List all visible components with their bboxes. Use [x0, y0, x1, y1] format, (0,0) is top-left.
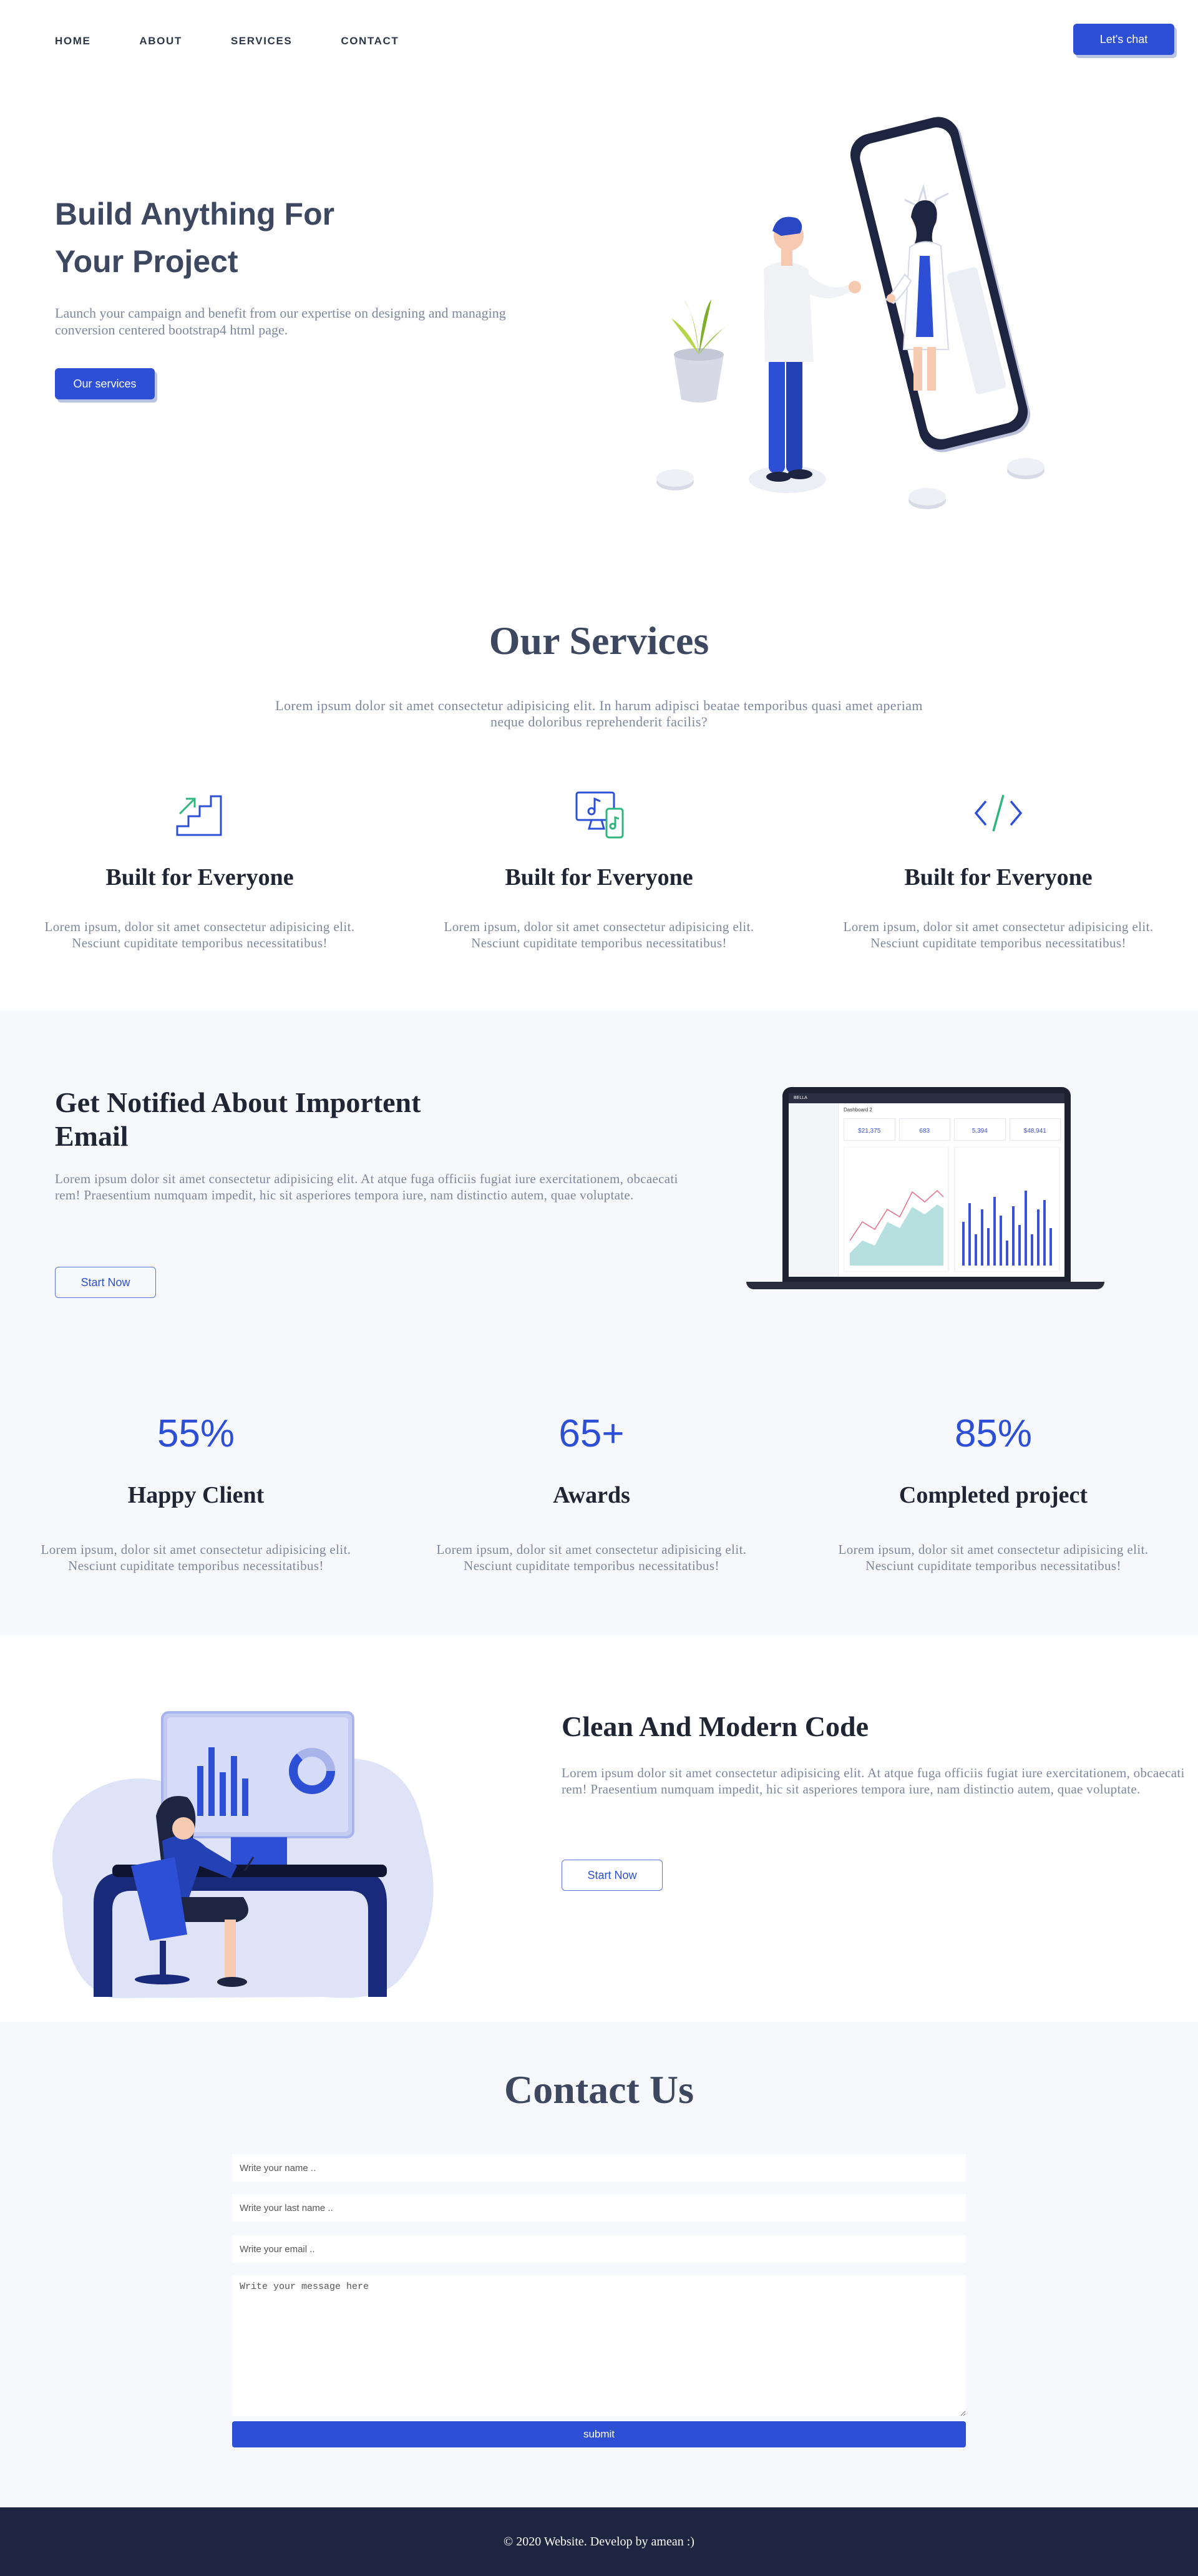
stat-value: 55%	[157, 1412, 235, 1455]
stat-value: 65+	[558, 1412, 625, 1455]
notify-title: Get Notified About Importent Email	[55, 1086, 421, 1152]
nav-link-home[interactable]: HOME	[55, 35, 90, 47]
last-name-input[interactable]	[232, 2194, 966, 2222]
services-subtitle: Lorem ipsum dolor sit amet consectetur a…	[275, 698, 923, 729]
message-textarea[interactable]	[232, 2275, 966, 2416]
dashboard-charts	[844, 1147, 1060, 1272]
stat-title: Happy Client	[127, 1482, 265, 1508]
dashboard-stat-cards: $21,375 683 5,394 $48,941	[844, 1118, 1061, 1141]
nav-link-contact[interactable]: CONTACT	[341, 35, 399, 47]
clean-code-start-now-button[interactable]: Start Now	[562, 1860, 663, 1891]
stat-text: Lorem ipsum, dolor sit amet consectetur …	[436, 1542, 747, 1573]
notify-start-now-button[interactable]: Start Now	[55, 1267, 156, 1298]
monitor-music-icon	[575, 791, 624, 839]
hero-title-line-2: Your Project	[55, 244, 238, 279]
contact-title: Contact Us	[504, 2067, 694, 2112]
hero-illustration	[656, 117, 1045, 509]
nav-link-about[interactable]: ABOUT	[139, 35, 182, 47]
stat-value: 85%	[954, 1412, 1033, 1455]
nav-link-services[interactable]: SERVICES	[231, 35, 292, 47]
dashboard-page-title: Dashboard 2	[844, 1107, 872, 1113]
service-title: Built for Everyone	[505, 864, 693, 890]
submit-button[interactable]: submit	[232, 2421, 966, 2447]
notify-description: Lorem ipsum dolor sit amet consectetur a…	[55, 1171, 678, 1203]
hero-title-line-1: Build Anything For	[55, 197, 335, 232]
services-title: Our Services	[489, 618, 709, 663]
first-name-input[interactable]	[232, 2154, 966, 2182]
our-services-button[interactable]: Our services	[55, 368, 155, 399]
nav-links: HOME ABOUT SERVICES CONTACT	[55, 35, 399, 47]
clean-code-title: Clean And Modern Code	[562, 1710, 869, 1742]
service-text: Lorem ipsum, dolor sit amet consectetur …	[44, 919, 355, 950]
service-title: Built for Everyone	[904, 864, 1093, 890]
stat-card: $21,375	[844, 1118, 895, 1141]
stat-card: $48,941	[1009, 1118, 1061, 1141]
stat-text: Lorem ipsum, dolor sit amet consectetur …	[41, 1542, 351, 1573]
service-title: Built for Everyone	[105, 864, 294, 890]
stairs-growth-icon	[176, 795, 222, 836]
service-text: Lorem ipsum, dolor sit amet consectetur …	[444, 919, 754, 950]
hero-description: Launch your campaign and benefit from ou…	[55, 305, 506, 338]
service-text: Lorem ipsum, dolor sit amet consectetur …	[843, 919, 1154, 950]
top-navbar: HOME ABOUT SERVICES CONTACT Let's chat	[0, 0, 1198, 81]
stat-text: Lorem ipsum, dolor sit amet consectetur …	[838, 1542, 1149, 1573]
stat-title: Completed project	[898, 1482, 1088, 1508]
stat-card: 5,394	[954, 1118, 1006, 1141]
hero-title: Build Anything For Your Project	[55, 190, 492, 285]
stat-card: 683	[898, 1118, 950, 1141]
code-icon	[974, 794, 1023, 832]
footer-copyright: © 2020 Website. Develop by amean :)	[504, 2534, 694, 2549]
laptop-dashboard-illustration: BELLA Dashboard 2 $21,375 683 5,394 $48,…	[746, 1085, 1104, 1297]
footer: © 2020 Website. Develop by amean :)	[0, 2507, 1198, 2576]
laptop-screen: BELLA Dashboard 2 $21,375 683 5,394 $48,…	[789, 1093, 1064, 1277]
dashboard-app-name: BELLA	[794, 1096, 807, 1100]
clean-code-description: Lorem ipsum dolor sit amet consectetur a…	[562, 1765, 1185, 1797]
dashboard-sidebar	[789, 1103, 839, 1277]
stat-title: Awards	[553, 1482, 630, 1508]
email-input[interactable]	[232, 2235, 966, 2263]
developer-desk-illustration	[52, 1711, 434, 1998]
laptop-base	[746, 1282, 1104, 1289]
lets-chat-button[interactable]: Let's chat	[1073, 24, 1174, 55]
dashboard-topbar: BELLA	[789, 1093, 1064, 1103]
